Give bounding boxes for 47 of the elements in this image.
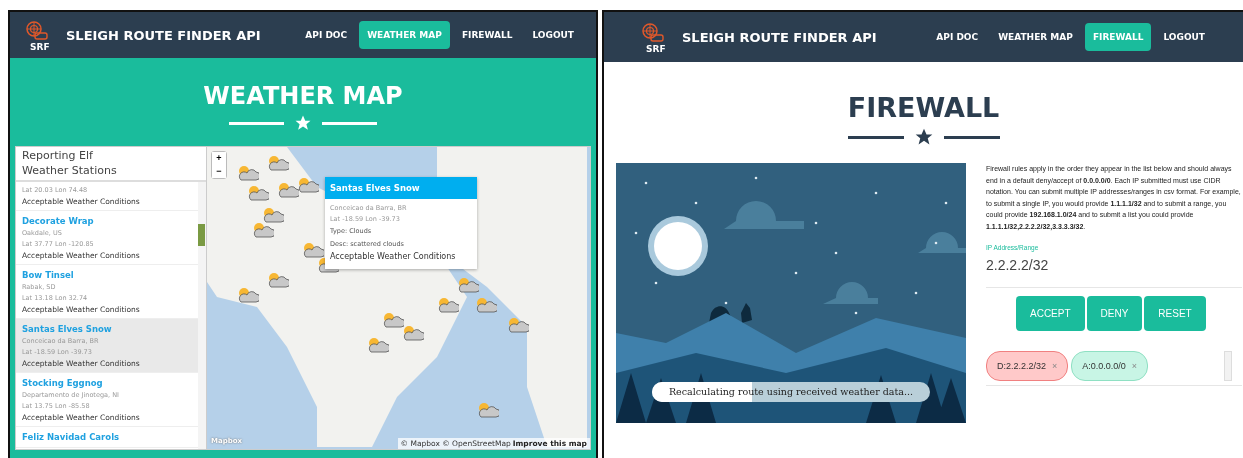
nav-link[interactable]: FIREWALL <box>453 21 521 49</box>
sidebar-title: Weather Stations <box>22 163 118 178</box>
scrollbar[interactable] <box>198 182 206 449</box>
station-name: Decorate Wrap <box>22 215 95 228</box>
sidebar-title: Reporting Elf <box>22 148 94 163</box>
page-title: FIREWALL <box>847 92 1000 123</box>
rule-chip[interactable]: D:2.2.2.2/32 × <box>986 351 1069 381</box>
weather-marker-icon[interactable] <box>267 272 289 288</box>
weather-marker-icon[interactable] <box>237 287 259 303</box>
page-title: WEATHER MAP <box>203 82 403 110</box>
nav-link[interactable]: API DOC <box>297 21 356 49</box>
station-name: Bow Tinsel <box>22 269 75 282</box>
scrollbar[interactable] <box>1224 351 1232 381</box>
rule-label: A:0.0.0.0/0 <box>1082 361 1126 371</box>
nav-link[interactable]: LOGOUT <box>1155 23 1213 51</box>
weather-marker-icon[interactable] <box>297 177 319 193</box>
nav-link[interactable]: LOGOUT <box>524 21 582 49</box>
weather-marker-icon[interactable] <box>437 297 459 313</box>
nav-link[interactable]: WEATHER MAP <box>990 23 1081 51</box>
weather-marker-icon[interactable] <box>267 155 289 171</box>
app-title: SLEIGH ROUTE FINDER API <box>66 27 261 43</box>
station-name: Santas Elves Snow <box>22 323 113 336</box>
weather-marker-icon[interactable] <box>475 297 497 313</box>
weather-marker-icon[interactable] <box>262 207 284 223</box>
weather-marker-icon[interactable] <box>507 317 529 333</box>
weather-marker-icon[interactable] <box>247 185 269 201</box>
logo-text: SRF <box>646 44 666 54</box>
station-name: Stocking Eggnog <box>22 377 104 390</box>
nav-link[interactable]: API DOC <box>928 23 987 51</box>
station-name: Feliz Navidad Carols <box>22 431 121 444</box>
weather-marker-icon[interactable] <box>367 337 389 353</box>
star-icon <box>294 114 312 132</box>
popup-conditions: Acceptable Weather Conditions <box>330 251 457 263</box>
weather-marker-icon[interactable] <box>302 242 324 258</box>
weather-marker-icon[interactable] <box>457 277 479 293</box>
weather-marker-icon[interactable] <box>382 312 404 328</box>
rule-label: D:2.2.2.2/32 <box>997 361 1047 371</box>
status-message: Recalculating route using received weather data... <box>667 385 915 399</box>
weather-marker-icon[interactable] <box>477 402 499 418</box>
weather-marker-icon[interactable] <box>252 222 274 238</box>
rule-chip[interactable]: A:0.0.0.0/0 × <box>1071 351 1149 381</box>
logo-text: SRF <box>30 42 50 52</box>
weather-marker-icon[interactable] <box>237 165 259 181</box>
weather-marker-icon[interactable] <box>402 325 424 341</box>
popup-title: Santas Elves Snow <box>325 177 477 199</box>
weather-marker-icon[interactable] <box>277 182 299 198</box>
app-title: SLEIGH ROUTE FINDER API <box>682 29 877 45</box>
